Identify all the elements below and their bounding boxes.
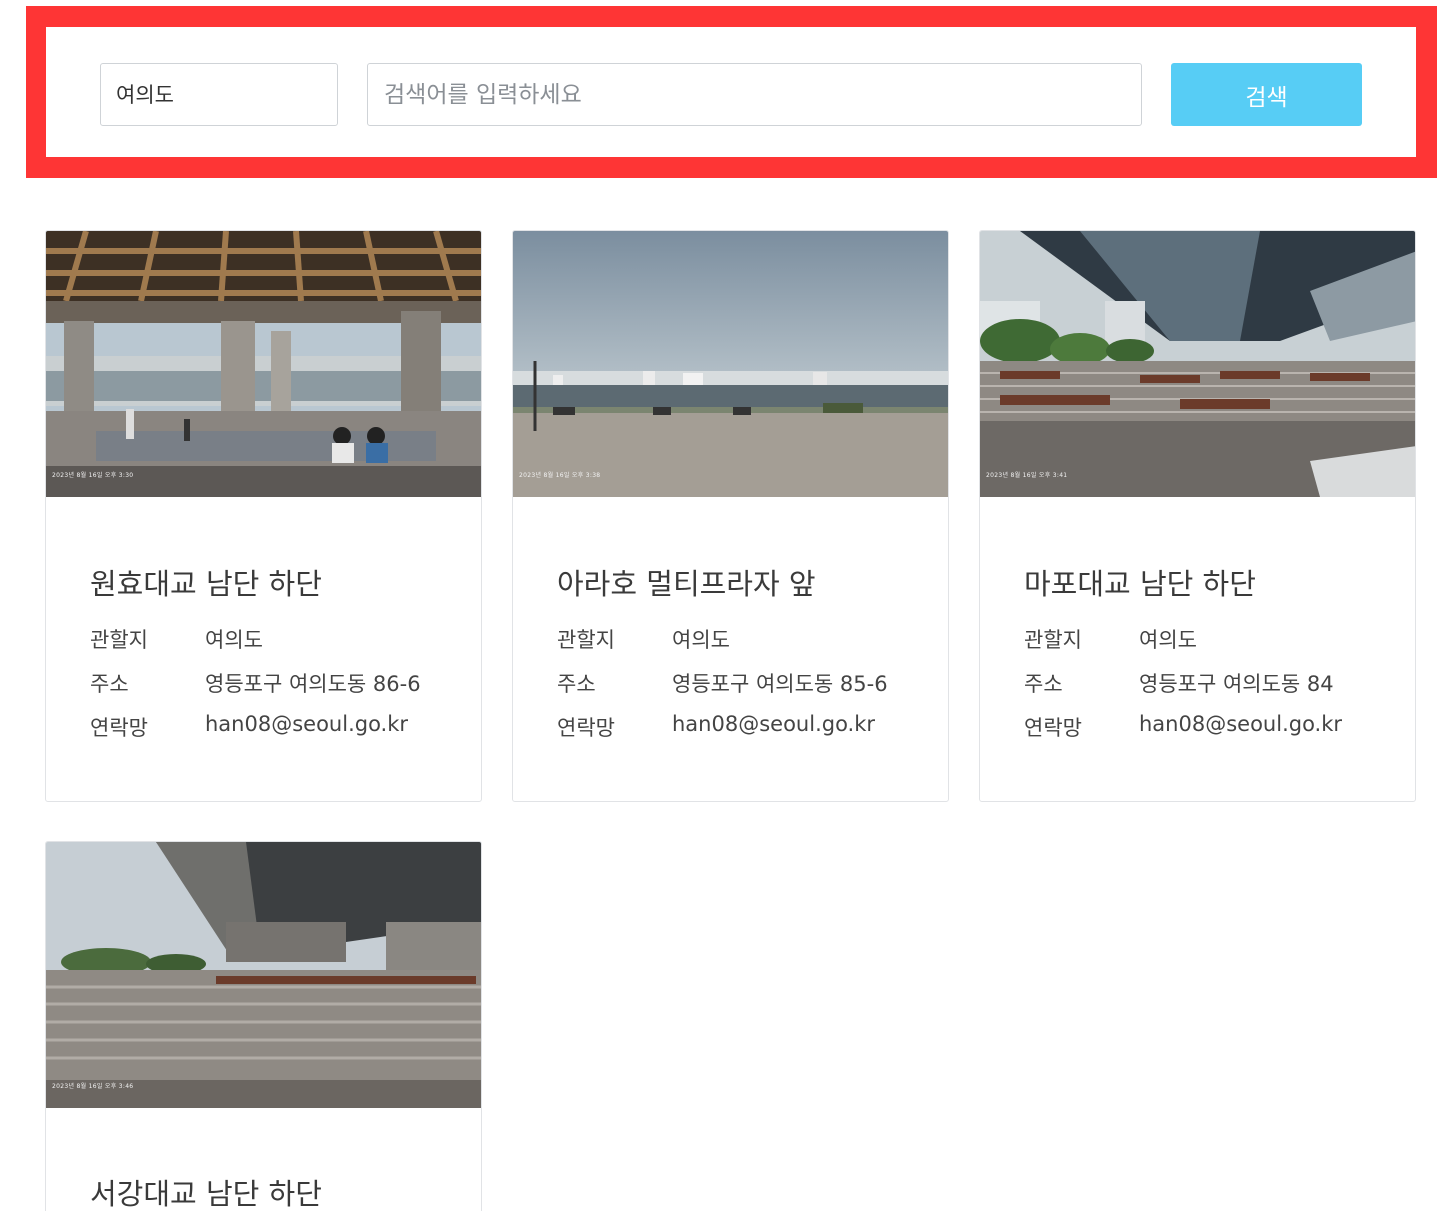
info-label: 주소 [557,672,596,696]
info-label: 관할지 [1024,628,1082,652]
info-row-address: 주소 영등포구 여의도동 84 [1024,668,1415,712]
info-value: 여의도 [1139,628,1197,652]
search-input[interactable] [367,63,1142,126]
card-title: 서강대교 남단 하단 [90,1177,322,1211]
card-title: 마포대교 남단 하단 [1024,567,1256,601]
info-row-jurisdiction: 관할지 여의도 [1024,624,1415,668]
location-photo: 2023년 8월 16일 오후 3:46 [46,842,481,1108]
search-button[interactable]: 검색 [1171,63,1362,126]
info-value: han08@seoul.go.kr [672,712,876,736]
photo-timestamp: 2023년 8월 16일 오후 3:30 [52,472,134,479]
info-row-contact: 연락망 han08@seoul.go.kr [90,712,481,756]
info-value: 영등포구 여의도동 86-6 [205,672,421,696]
location-card[interactable]: 2023년 8월 16일 오후 3:46 서강대교 남단 하단 [45,841,482,1211]
photo-timestamp: 2023년 8월 16일 오후 3:46 [52,1083,134,1090]
info-label: 주소 [1024,672,1063,696]
card-title: 아라호 멀티프라자 앞 [557,567,816,601]
info-row-jurisdiction: 관할지 여의도 [90,624,481,668]
info-table: 관할지 여의도 주소 영등포구 여의도동 85-6 연락망 han08@seou… [557,624,948,756]
search-highlight-frame: 여의도 검색 [26,6,1437,178]
location-card[interactable]: 2023년 8월 16일 오후 3:41 마포대교 남단 하단 관할지 여의도 … [979,230,1416,802]
info-row-address: 주소 영등포구 여의도동 86-6 [90,668,481,712]
info-value: 영등포구 여의도동 84 [1139,672,1334,696]
info-value: 영등포구 여의도동 85-6 [672,672,888,696]
info-label: 관할지 [557,628,615,652]
photo-timestamp: 2023년 8월 16일 오후 3:41 [986,472,1068,479]
info-row-contact: 연락망 han08@seoul.go.kr [557,712,948,756]
region-select[interactable]: 여의도 [100,63,338,126]
info-label: 연락망 [90,716,148,740]
location-photo: 2023년 8월 16일 오후 3:38 [513,231,948,497]
info-label: 연락망 [557,716,615,740]
photo-timestamp: 2023년 8월 16일 오후 3:38 [519,472,601,479]
info-table: 관할지 여의도 주소 영등포구 여의도동 84 연락망 han08@seoul.… [1024,624,1415,756]
info-row-jurisdiction: 관할지 여의도 [557,624,948,668]
info-label: 연락망 [1024,716,1082,740]
location-card[interactable]: 2023년 8월 16일 오후 3:30 원효대교 남단 하단 관할지 여의도 … [45,230,482,802]
info-row-contact: 연락망 han08@seoul.go.kr [1024,712,1415,756]
info-row-address: 주소 영등포구 여의도동 85-6 [557,668,948,712]
location-card[interactable]: 2023년 8월 16일 오후 3:38 아라호 멀티프라자 앞 관할지 여의도… [512,230,949,802]
location-photo: 2023년 8월 16일 오후 3:41 [980,231,1415,497]
info-value: 여의도 [205,628,263,652]
info-value: han08@seoul.go.kr [205,712,409,736]
location-photo: 2023년 8월 16일 오후 3:30 [46,231,481,497]
info-value: han08@seoul.go.kr [1139,712,1343,736]
info-label: 관할지 [90,628,148,652]
info-label: 주소 [90,672,129,696]
search-bar: 여의도 검색 [46,27,1416,157]
card-title: 원효대교 남단 하단 [90,567,322,601]
info-table: 관할지 여의도 주소 영등포구 여의도동 86-6 연락망 han08@seou… [90,624,481,756]
info-value: 여의도 [672,628,730,652]
